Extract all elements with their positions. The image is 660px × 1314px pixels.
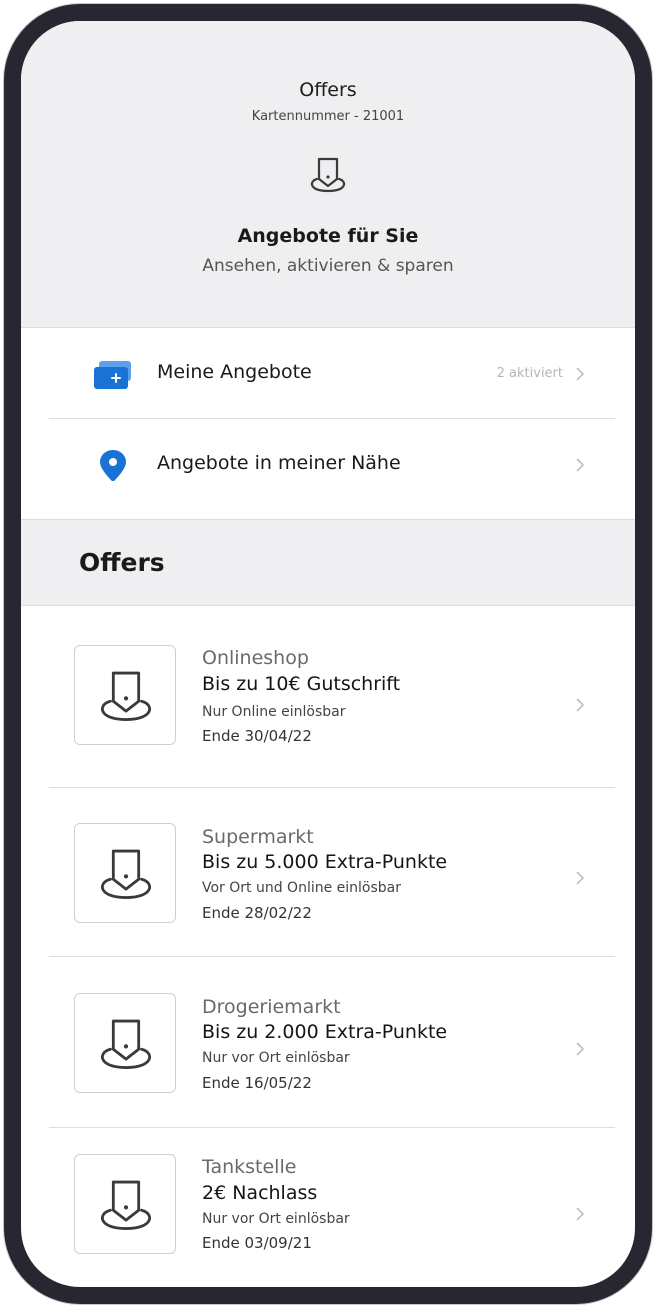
offer-list-item[interactable]: Tankstelle 2€ Nachlass Nur vor Ort einlö… xyxy=(49,1128,615,1287)
offer-end-date: Ende 16/05/22 xyxy=(202,1074,312,1092)
offer-condition: Nur Online einlösbar xyxy=(202,704,346,720)
offer-condition: Nur vor Ort einlösbar xyxy=(202,1211,350,1227)
offer-end-date: Ende 28/02/22 xyxy=(202,904,312,922)
section-title: Offers xyxy=(79,548,165,577)
offers-tagline: Ansehen, aktivieren & sparen xyxy=(202,256,454,276)
location-pin-icon xyxy=(100,450,126,481)
offer-title: Bis zu 2.000 Extra-Punkte xyxy=(202,1021,448,1043)
offer-tag-icon xyxy=(101,1180,151,1230)
offer-thumbnail xyxy=(74,1154,176,1254)
offer-tag-icon xyxy=(101,671,151,721)
offer-thumbnail xyxy=(74,823,176,923)
offer-category: Supermarkt xyxy=(202,826,314,848)
offer-thumbnail xyxy=(74,993,176,1093)
offers-section-header: Offers xyxy=(21,519,635,606)
offer-category: Tankstelle xyxy=(202,1156,297,1178)
offer-list-item[interactable]: Supermarkt Bis zu 5.000 Extra-Punkte Vor… xyxy=(49,788,615,957)
card-number: Kartennummer - 21001 xyxy=(251,109,405,124)
offer-tag-icon xyxy=(101,849,151,899)
offer-title: Bis zu 5.000 Extra-Punkte xyxy=(202,851,448,873)
offer-list-item[interactable]: Drogeriemarkt Bis zu 2.000 Extra-Punkte … xyxy=(49,957,615,1128)
offer-title: Bis zu 10€ Gutschrift xyxy=(202,673,401,695)
screen: Offers Kartennummer - 21001 Angebote für… xyxy=(21,21,635,1287)
card-plus-icon xyxy=(94,361,131,389)
offer-condition: Vor Ort und Online einlösbar xyxy=(202,880,402,896)
nav-offers-nearby[interactable]: Angebote in meiner Nähe xyxy=(49,419,615,509)
chevron-right-icon xyxy=(576,458,585,472)
page-title: Offers xyxy=(299,79,357,101)
offers-heading: Angebote für Sie xyxy=(237,225,419,247)
chevron-right-icon xyxy=(576,871,585,885)
phone-frame: Offers Kartennummer - 21001 Angebote für… xyxy=(4,4,652,1304)
offer-title: 2€ Nachlass xyxy=(202,1182,318,1204)
nav-offers-nearby-label: Angebote in meiner Nähe xyxy=(157,452,401,474)
nav-my-offers[interactable]: Meine Angebote 2 aktiviert xyxy=(49,328,615,419)
offer-category: Drogeriemarkt xyxy=(202,996,341,1018)
chevron-right-icon xyxy=(576,1207,585,1221)
offer-tag-icon xyxy=(101,1019,151,1069)
chevron-right-icon xyxy=(576,698,585,712)
chevron-right-icon xyxy=(576,367,585,381)
offer-category: Onlineshop xyxy=(202,647,309,669)
activated-count-badge: 2 aktiviert xyxy=(496,366,563,381)
offer-condition: Nur vor Ort einlösbar xyxy=(202,1050,350,1066)
header: Offers Kartennummer - 21001 Angebote für… xyxy=(21,21,635,328)
offer-list-item[interactable]: Onlineshop Bis zu 10€ Gutschrift Nur Onl… xyxy=(49,605,615,788)
offer-end-date: Ende 30/04/22 xyxy=(202,727,312,745)
offer-thumbnail xyxy=(74,645,176,745)
offer-tag-icon xyxy=(310,157,346,193)
offer-end-date: Ende 03/09/21 xyxy=(202,1234,312,1252)
nav-my-offers-label: Meine Angebote xyxy=(157,361,312,383)
chevron-right-icon xyxy=(576,1042,585,1056)
